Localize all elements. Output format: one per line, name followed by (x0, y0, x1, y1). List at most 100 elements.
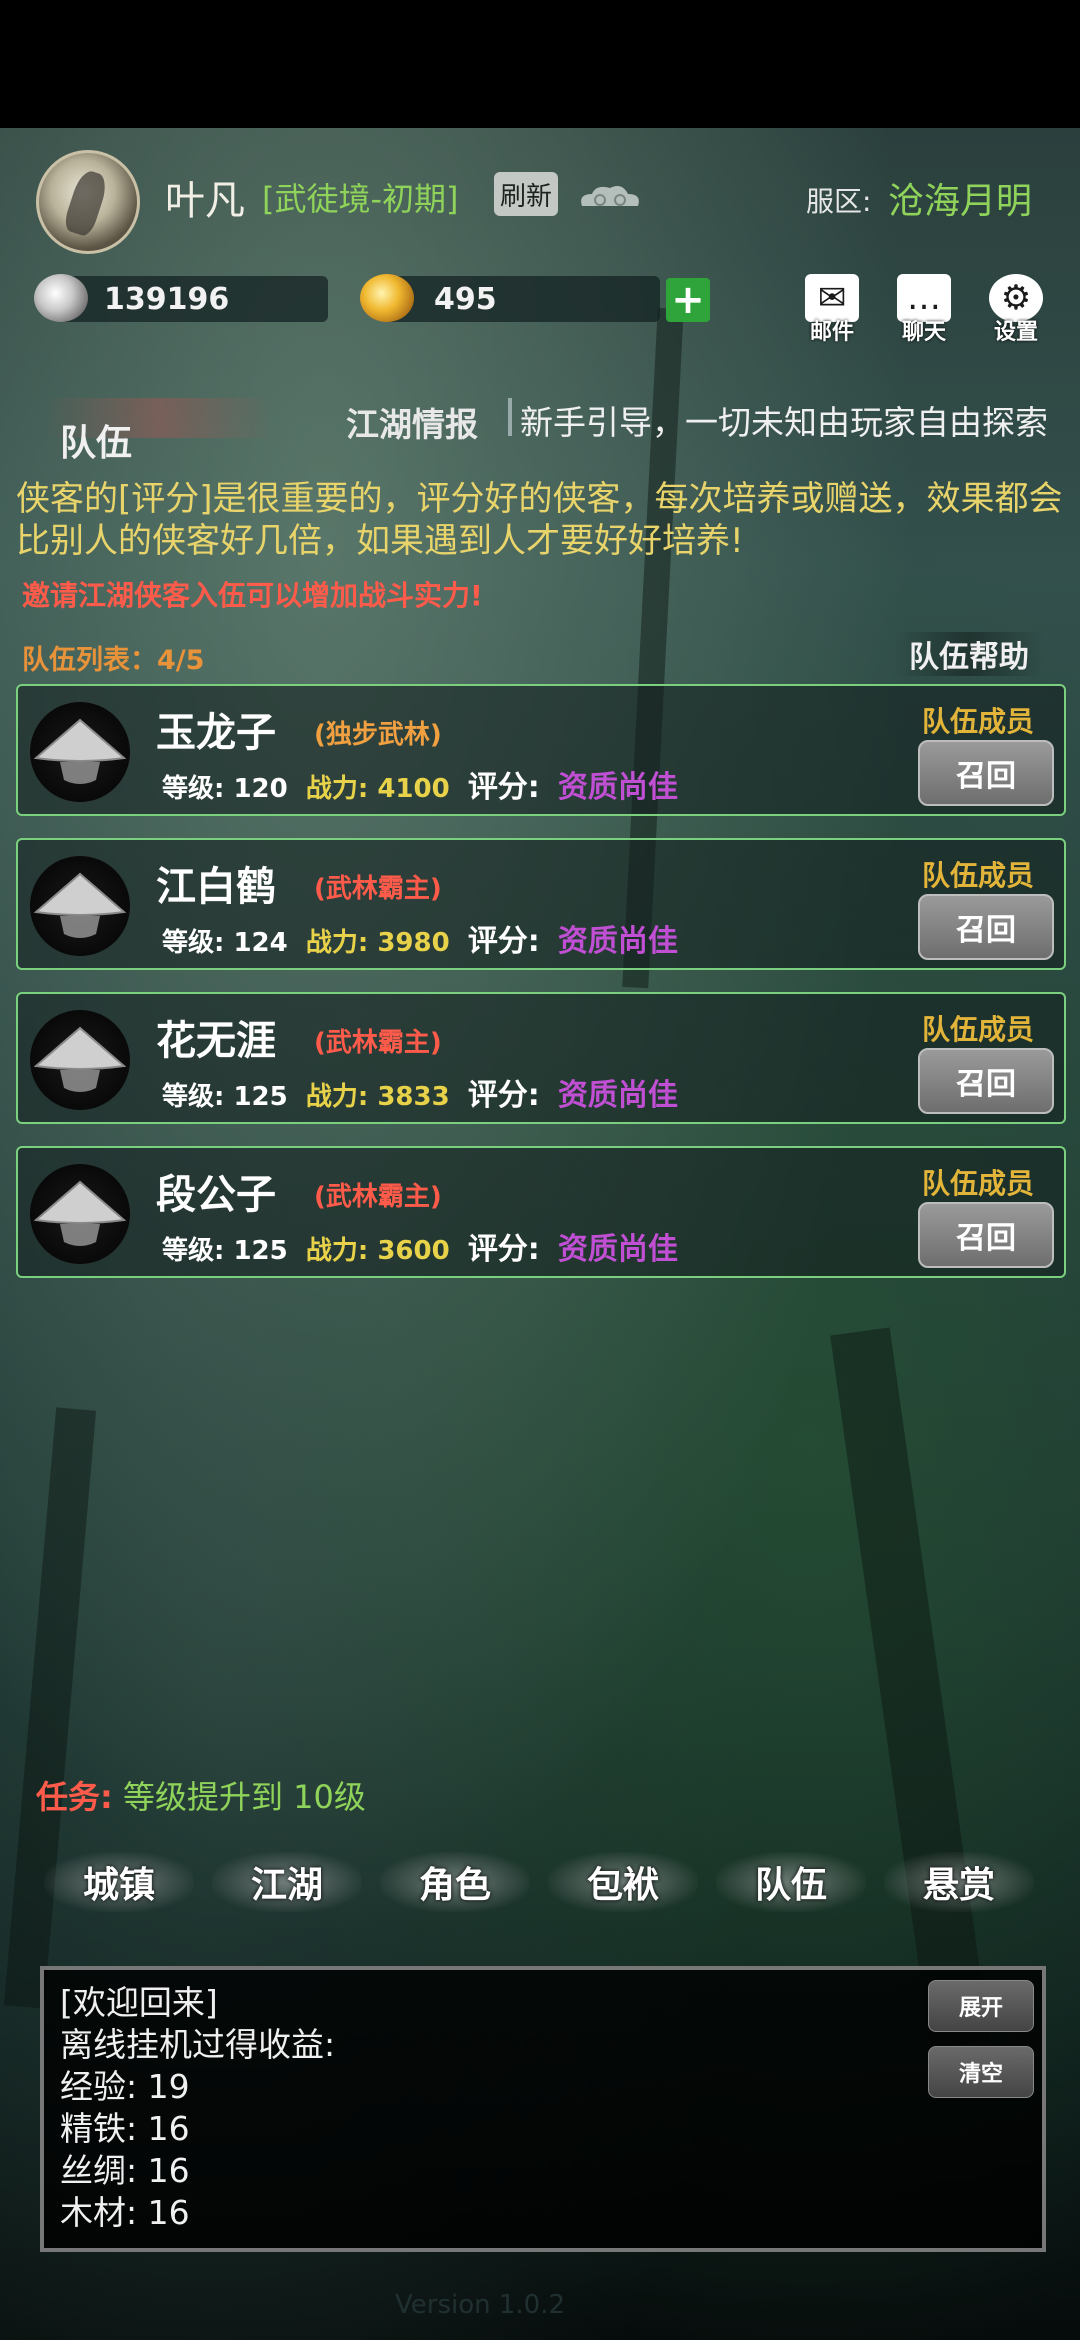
level-label: 等级: (162, 1082, 225, 1112)
member-score: 资质尚佳 (557, 1232, 678, 1267)
server-name[interactable]: 沧海月明 (888, 172, 1032, 224)
member-title-tag: (武林霸主) (314, 1182, 442, 1212)
page-title: 队伍 (60, 423, 133, 464)
power-label: 战力: (305, 1082, 369, 1112)
log-line: 离线挂机过得收益: (60, 2025, 336, 2064)
member-stats: 等级: 125 战力: 3600 评分: 资质尚佳 (162, 1224, 678, 1268)
nav-inventory[interactable]: 包袱 (548, 1852, 698, 1912)
add-gold-button[interactable]: + (666, 278, 710, 322)
member-power: 3600 (377, 1236, 450, 1266)
player-avatar[interactable] (36, 150, 140, 254)
member-level: 120 (233, 774, 288, 804)
member-role: 队伍成员 (921, 1013, 1034, 1046)
message-log[interactable]: [欢迎回来] 离线挂机过得收益: 经验: 19 精铁: 16 丝绸: 16 木材… (40, 1966, 1046, 2252)
refresh-button[interactable]: 刷新 (494, 172, 558, 216)
nav-character[interactable]: 角色 (380, 1852, 530, 1912)
level-label: 等级: (162, 774, 225, 804)
news-separator (508, 398, 512, 436)
nav-town[interactable]: 城镇 (44, 1852, 194, 1912)
score-label: 评分: (467, 1232, 540, 1267)
member-role: 队伍成员 (921, 705, 1034, 738)
version-text: Version 1.0.2 (395, 2290, 566, 2320)
member-power: 4100 (377, 774, 450, 804)
power-label: 战力: (305, 774, 369, 804)
mail-button[interactable]: ✉ 邮件 (802, 274, 862, 345)
member-stats: 等级: 120 战力: 4100 评分: 资质尚佳 (162, 762, 678, 806)
member-role: 队伍成员 (921, 859, 1034, 892)
hat-avatar-icon (30, 1164, 130, 1264)
member-role: 队伍成员 (921, 1167, 1034, 1200)
log-line: 丝绸: 16 (60, 2151, 190, 2190)
log-line: [欢迎回来] (60, 1983, 218, 2022)
recall-button[interactable]: 召回 (918, 1202, 1054, 1268)
settings-label: 设置 (993, 320, 1038, 345)
level-label: 等级: (162, 1236, 225, 1266)
member-level: 124 (233, 928, 288, 958)
recall-label: 召回 (956, 913, 1016, 948)
member-score: 资质尚佳 (557, 924, 678, 959)
hat-avatar-icon (30, 702, 130, 802)
settings-button[interactable]: ⚙ 设置 (986, 274, 1046, 345)
player-realm: [武徒境-初期] (262, 180, 459, 218)
member-title-tag: (武林霸主) (314, 874, 442, 904)
member-stats: 等级: 124 战力: 3980 评分: 资质尚佳 (162, 916, 678, 960)
member-title-tag: (独步武林) (314, 720, 442, 750)
team-member-card[interactable]: 花无涯 (武林霸主) 等级: 125 战力: 3833 评分: 资质尚佳 队伍成… (16, 992, 1066, 1124)
invite-tip: 邀请江湖侠客入伍可以增加战斗实力! (22, 579, 483, 612)
team-help-button[interactable]: 队伍帮助 (894, 632, 1044, 676)
player-name: 叶凡 (165, 178, 245, 224)
gold-ingot-icon (360, 274, 414, 322)
expand-log-button[interactable]: 展开 (928, 1980, 1034, 2032)
clear-log-button[interactable]: 清空 (928, 2046, 1034, 2098)
score-label: 评分: (467, 1078, 540, 1113)
silver-icon (34, 274, 88, 322)
cloud-icon (581, 186, 639, 206)
current-task[interactable]: 任务: 等级提升到 10级 (36, 1772, 366, 1818)
news-label: 江湖情报 (346, 405, 478, 444)
log-line: 木材: 16 (60, 2193, 190, 2232)
chat-label: 聊天 (901, 320, 946, 345)
score-label: 评分: (467, 770, 540, 805)
hat-avatar-icon (30, 1010, 130, 1110)
nav-jianghu[interactable]: 江湖 (212, 1852, 362, 1912)
team-member-card[interactable]: 玉龙子 (独步武林) 等级: 120 战力: 4100 评分: 资质尚佳 队伍成… (16, 684, 1066, 816)
power-label: 战力: (305, 1236, 369, 1266)
server-label: 服区: (806, 185, 872, 218)
score-label: 评分: (467, 924, 540, 959)
member-level: 125 (233, 1082, 288, 1112)
news-ticker: 新手引导，一切未知由玩家自由探索 (520, 403, 1048, 442)
member-name: 花无涯 (156, 1018, 276, 1064)
team-intro-text: 侠客的[评分]是很重要的，评分好的侠客，每次培养或赠送，效果都会比别人的侠客好几… (16, 479, 1063, 561)
member-score: 资质尚佳 (557, 770, 678, 805)
recall-label: 召回 (956, 759, 1016, 794)
chat-button[interactable]: … 聊天 (894, 274, 954, 345)
team-member-card[interactable]: 江白鹤 (武林霸主) 等级: 124 战力: 3980 评分: 资质尚佳 队伍成… (16, 838, 1066, 970)
member-power: 3833 (377, 1082, 450, 1112)
member-level: 125 (233, 1236, 288, 1266)
recall-button[interactable]: 召回 (918, 894, 1054, 960)
member-name: 江白鹤 (156, 864, 276, 910)
log-lines: [欢迎回来] 离线挂机过得收益: 经验: 19 精铁: 16 丝绸: 16 木材… (60, 1982, 335, 2234)
task-text: 等级提升到 10级 (122, 1778, 366, 1816)
mail-label: 邮件 (809, 320, 854, 345)
power-label: 战力: (305, 928, 369, 958)
recall-label: 召回 (956, 1221, 1016, 1256)
team-member-card[interactable]: 段公子 (武林霸主) 等级: 125 战力: 3600 评分: 资质尚佳 队伍成… (16, 1146, 1066, 1278)
log-line: 经验: 19 (60, 2067, 190, 2106)
gold-value: 495 (434, 282, 497, 317)
member-score: 资质尚佳 (557, 1078, 678, 1113)
log-line: 精铁: 16 (60, 2109, 190, 2148)
nav-bounty[interactable]: 悬赏 (884, 1852, 1034, 1912)
hat-avatar-icon (30, 856, 130, 956)
nav-team[interactable]: 队伍 (716, 1852, 866, 1912)
member-power: 3980 (377, 928, 450, 958)
recall-button[interactable]: 召回 (918, 740, 1054, 806)
member-stats: 等级: 125 战力: 3833 评分: 资质尚佳 (162, 1070, 678, 1114)
team-list-count: 队伍列表：4/5 (22, 645, 205, 676)
recall-label: 召回 (956, 1067, 1016, 1102)
recall-button[interactable]: 召回 (918, 1048, 1054, 1114)
silver-value: 139196 (104, 282, 230, 317)
level-label: 等级: (162, 928, 225, 958)
member-name: 玉龙子 (156, 710, 276, 756)
task-label: 任务: (36, 1778, 113, 1816)
